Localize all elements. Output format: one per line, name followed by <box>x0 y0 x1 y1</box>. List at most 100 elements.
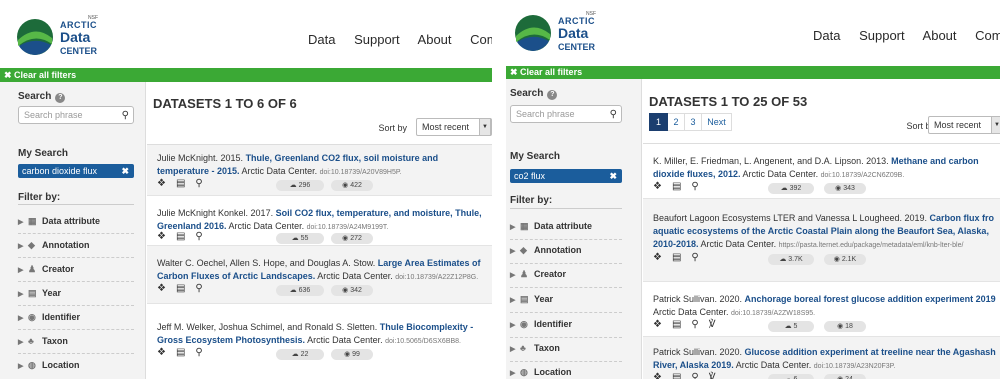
divider <box>18 329 134 330</box>
nav-data[interactable]: Data <box>813 28 840 43</box>
result-row[interactable]: Jeff M. Welker, Joshua Schimel, and Rona… <box>147 304 492 379</box>
result-row[interactable]: Julie McKnight Konkel. 2017. Soil CO2 fl… <box>147 196 492 246</box>
search-input[interactable]: Search phrase ⚲ <box>18 106 134 124</box>
map-pin-icon[interactable]: ⚲ <box>195 231 202 242</box>
document-icon[interactable]: ▤ <box>672 319 681 330</box>
document-icon[interactable]: ▤ <box>176 178 185 189</box>
facet-creator[interactable]: ▶ ♟ Creator <box>18 264 138 275</box>
clear-filters-button[interactable]: ✖ Clear all filters <box>506 66 1000 79</box>
help-icon[interactable]: ? <box>547 90 558 100</box>
map-pin-icon[interactable]: ⚲ <box>195 347 202 358</box>
facet-identifier[interactable]: ▶ ◉ Identifier <box>510 319 630 330</box>
calendar-icon: ▤ <box>520 294 529 304</box>
my-search-label: My Search <box>18 148 69 159</box>
facet-location[interactable]: ▶ ◍ Location <box>510 367 630 378</box>
result-row[interactable]: Beaufort Lagoon Ecosystems LTER and Vane… <box>643 199 1000 282</box>
view-count-badge: ◉ 272 <box>331 233 373 244</box>
facet-annotation[interactable]: ▶ ◆ Annotation <box>18 240 138 251</box>
remove-filter-icon[interactable]: ✖ <box>121 164 129 178</box>
result-row[interactable]: Walter C. Oechel, Allen S. Hope, and Dou… <box>147 246 492 304</box>
info-icon[interactable]: ❖ <box>653 319 662 330</box>
logo-line3: CENTER <box>558 42 596 52</box>
page-1[interactable]: 1 <box>649 113 668 131</box>
result-row[interactable]: K. Miller, E. Friedman, L. Angenent, and… <box>643 144 1000 199</box>
info-icon[interactable]: ❖ <box>157 347 166 358</box>
document-icon[interactable]: ▤ <box>176 231 185 242</box>
dataset-title-link[interactable]: Anchorage boreal forest glucose addition… <box>745 294 996 304</box>
map-pin-icon[interactable]: ⚲ <box>195 283 202 294</box>
info-icon[interactable]: ❖ <box>653 252 662 263</box>
info-icon[interactable]: ❖ <box>653 372 662 379</box>
map-pin-icon[interactable]: ⚲ <box>691 181 698 192</box>
nav-about[interactable]: About <box>923 28 957 43</box>
search-input[interactable]: Search phrase ⚲ <box>510 105 622 123</box>
arctic-data-center-logo[interactable]: NSF ARCTIC Data CENTER <box>514 10 624 58</box>
map-pin-icon[interactable]: ⚲ <box>691 319 698 330</box>
sort-select[interactable]: Most recent ▼ <box>928 116 1000 134</box>
divider <box>510 208 622 209</box>
remove-filter-icon[interactable]: ✖ <box>609 169 617 183</box>
clear-filters-button[interactable]: ✖ Clear all filters <box>0 68 492 82</box>
result-row[interactable]: Patrick Sullivan. 2020. Glucose addition… <box>643 337 1000 379</box>
doi: doi:10.18739/A20V89H5P. <box>319 169 402 176</box>
info-icon[interactable]: ❖ <box>157 283 166 294</box>
facet-identifier[interactable]: ▶ ◉ Identifier <box>18 312 138 323</box>
row-icons: ❖ ▤ ⚲ ℣ <box>653 319 726 330</box>
citation: K. Miller, E. Friedman, L. Angenent, and… <box>653 156 979 179</box>
document-icon[interactable]: ▤ <box>176 347 185 358</box>
filter-sidebar: Search? Search phrase ⚲ My Search carbon … <box>0 82 146 379</box>
facet-creator[interactable]: ▶ ♟ Creator <box>510 269 630 280</box>
divider <box>18 257 134 258</box>
facet-year[interactable]: ▶ ▤ Year <box>18 288 138 299</box>
nav-support[interactable]: Support <box>859 28 905 43</box>
nav-community[interactable]: Commun <box>975 28 1000 43</box>
result-row[interactable]: Julie McKnight. 2015. Thule, Greenland C… <box>147 145 492 196</box>
view-count-badge: ◉ 2.1K <box>824 254 866 265</box>
nav-about[interactable]: About <box>418 32 452 47</box>
nav-data[interactable]: Data <box>308 32 335 47</box>
download-count-badge: ☁ 5 <box>768 321 814 332</box>
document-icon[interactable]: ▤ <box>672 252 681 263</box>
top-nav: Data Support About Communi <box>308 32 492 47</box>
nav-community[interactable]: Communi <box>470 32 492 47</box>
left-screenshot: NSF ARCTIC Data CENTER Data Support Abou… <box>0 0 494 379</box>
logo-line3: CENTER <box>60 46 98 56</box>
arctic-data-center-logo[interactable]: NSF ARCTIC Data CENTER <box>16 14 126 62</box>
map-pin-icon[interactable]: ⚲ <box>691 372 698 379</box>
map-pin-icon[interactable]: ⚲ <box>691 252 698 263</box>
search-icon[interactable]: ⚲ <box>122 108 129 124</box>
map-pin-icon[interactable]: ⚲ <box>195 178 202 189</box>
info-icon[interactable]: ❖ <box>157 231 166 242</box>
row-icons: ❖ ▤ ⚲ ℣ <box>653 372 726 379</box>
code-icon[interactable]: ℣ <box>709 372 716 379</box>
result-row[interactable]: Patrick Sullivan. 2020. Anchorage boreal… <box>643 282 1000 337</box>
facet-data-attribute[interactable]: ▶ ▦ Data attribute <box>18 216 138 227</box>
document-icon[interactable]: ▤ <box>672 372 681 379</box>
caret-right-icon: ▶ <box>18 243 24 250</box>
document-icon[interactable]: ▤ <box>176 283 185 294</box>
info-icon[interactable]: ❖ <box>157 178 166 189</box>
search-term-chip: carbon dioxide flux ✖ <box>18 164 134 178</box>
nav-support[interactable]: Support <box>354 32 400 47</box>
facet-location[interactable]: ▶ ◍ Location <box>18 360 138 371</box>
row-icons: ❖ ▤ ⚲ <box>653 181 709 192</box>
logo-line2: Data <box>60 29 91 45</box>
sort-select[interactable]: Most recent ▼ <box>416 118 492 136</box>
divider <box>510 361 622 362</box>
facet-data-attribute[interactable]: ▶ ▦ Data attribute <box>510 221 630 232</box>
page-3[interactable]: 3 <box>685 113 702 131</box>
help-icon[interactable]: ? <box>55 93 66 103</box>
info-icon[interactable]: ❖ <box>653 181 662 192</box>
facet-taxon[interactable]: ▶ ♣ Taxon <box>18 336 138 346</box>
document-icon[interactable]: ▤ <box>672 181 681 192</box>
doi: doi:10.18739/A2CN6Z09B. <box>820 172 905 179</box>
facet-annotation[interactable]: ▶ ◆ Annotation <box>510 245 630 256</box>
page-2[interactable]: 2 <box>668 113 685 131</box>
facet-taxon[interactable]: ▶ ♣ Taxon <box>510 343 630 353</box>
search-icon[interactable]: ⚲ <box>610 107 617 123</box>
right-screenshot: NSF ARCTIC Data CENTER Data Support Abou… <box>506 0 1000 379</box>
next-page-button[interactable]: Next <box>702 113 732 131</box>
code-icon[interactable]: ℣ <box>709 319 716 330</box>
caret-right-icon: ▶ <box>18 363 24 370</box>
facet-year[interactable]: ▶ ▤ Year <box>510 294 630 305</box>
